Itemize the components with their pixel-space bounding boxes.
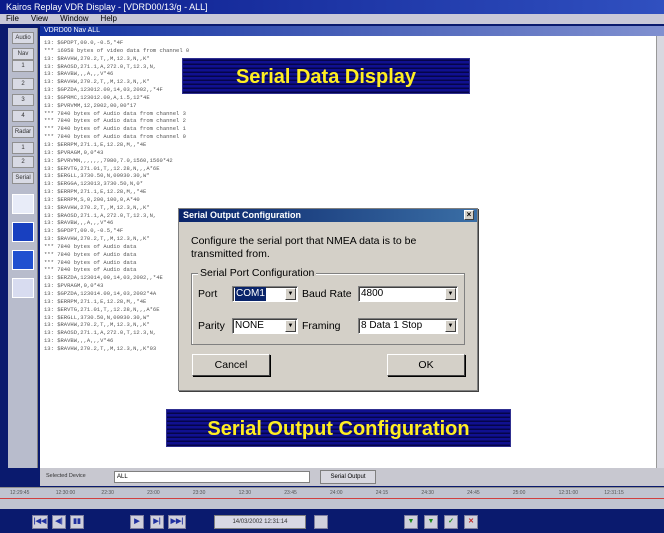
serial-data-line: *** 7840 bytes of Audio data from channe… (44, 117, 186, 125)
menu-window[interactable]: Window (60, 14, 88, 24)
serial-data-line: 13: $ERGGA,123013,3730.50,N,0* (44, 180, 144, 188)
serial-port-groupbox: Serial Port Configuration Port COM1 ▼ Ba… (191, 267, 465, 345)
serial-data-line: 13: $ERRPM,271.1,E,12.28,M,,*4E (44, 188, 147, 196)
timeline-tick-label: 24:00 (330, 490, 343, 496)
serial-data-line: *** 7840 bytes of Audio data from channe… (44, 133, 186, 141)
calendar-icon[interactable] (314, 515, 328, 529)
parity-select[interactable]: NONE ▼ (232, 318, 298, 334)
cancel-button[interactable]: Cancel (192, 354, 270, 376)
chevron-down-icon[interactable]: ▼ (445, 288, 456, 300)
banner-serial-output-configuration: Serial Output Configuration (166, 409, 511, 447)
timeline-tick-label: 24:45 (467, 490, 480, 496)
menu-file[interactable]: File (6, 14, 19, 24)
filter-icon[interactable]: ▼ (404, 515, 418, 529)
baud-rate-label: Baud Rate (302, 288, 352, 300)
radar-icon[interactable] (12, 250, 34, 270)
serial-data-line: 13: $GPDPT,00.0,-0.5,*4F (44, 39, 124, 46)
serial-output-dialog: Serial Output Configuration × Configure … (178, 208, 478, 391)
document-icon[interactable] (12, 194, 34, 214)
port-select[interactable]: COM1 ▼ (232, 286, 298, 302)
framing-value: 8 Data 1 Stop (361, 320, 423, 331)
sidebar-audio-button[interactable]: Audio (12, 32, 34, 44)
serial-data-line: 13: $ERRPM,S,0,200,100,0,A*40 (44, 195, 140, 203)
serial-data-line: *** 16958 bytes of video data from chann… (44, 46, 190, 54)
banner-serial-data-display: Serial Data Display (182, 58, 470, 94)
framing-select[interactable]: 8 Data 1 Stop ▼ (358, 318, 458, 334)
sidebar-channel-4[interactable]: 4 (12, 110, 34, 122)
step-back-button[interactable]: ◀| (52, 515, 66, 529)
timeline-tick-label: 25:00 (512, 490, 526, 496)
pause-button[interactable]: ▮▮ (70, 515, 84, 529)
group-label: Serial Port Configuration (198, 267, 317, 279)
timeline-tick-label: 24:30 (421, 490, 434, 496)
serial-data-icon[interactable] (12, 278, 34, 298)
dialog-description: Configure the serial port that NMEA data… (191, 235, 417, 260)
serial-data-line: 13: $ERGLL,3730.50,N,00930.30,W* (44, 172, 150, 180)
ok-button[interactable]: OK (387, 354, 465, 376)
device-toolbar: Selected Device ALL Serial Output (40, 468, 664, 486)
sidebar-radar-1[interactable]: 1 (12, 142, 34, 154)
filter-down-icon[interactable]: ▼ (424, 515, 438, 529)
window-titlebar: Kairos Replay VDR Display - [VDRD00/13/g… (0, 0, 664, 14)
port-value: COM1 (235, 287, 266, 301)
sidebar-channel-2[interactable]: 2 (12, 78, 34, 90)
timeline-tick-label: 22:30 (101, 490, 114, 496)
timeline-tick-label: 12:31:00 (558, 490, 579, 496)
serial-data-line: 13: $PVRVMN,,,,,,,7980,7.0,1560,1560*42 (44, 156, 173, 164)
transport-controls: |◀◀ ◀| ▮▮ ▶ ▶| ▶▶| 14/03/2002 12:31:14 ▼… (0, 509, 664, 533)
timeline-tick-label: 12:31:15 (604, 490, 624, 496)
sidebar-nav-button[interactable]: Nav (12, 48, 34, 60)
menu-view[interactable]: View (31, 14, 48, 24)
serial-data-line: 13: $ERVTG,271.01,T,,12.28,N,,,A*6E (44, 164, 160, 172)
check-icon[interactable]: ✓ (444, 515, 458, 529)
device-label: Selected Device (46, 473, 86, 479)
port-label: Port (198, 288, 218, 300)
timeline-tick-label: 12:30:00 (55, 490, 76, 496)
dialog-title: Serial Output Configuration (183, 210, 301, 220)
close-x-icon[interactable]: ✕ (464, 515, 478, 529)
vertical-scrollbar[interactable] (656, 36, 664, 468)
timeline-tick-label: 12:30 (238, 490, 252, 496)
sidebar-channel-1[interactable]: 1 (12, 60, 34, 72)
menu-help[interactable]: Help (101, 14, 117, 24)
serial-data-line: *** 7840 bytes of Audio data from channe… (44, 109, 186, 117)
close-icon[interactable]: × (464, 210, 474, 220)
serial-data-line: *** 7840 bytes of Audio data from channe… (44, 125, 186, 133)
baud-rate-select[interactable]: 4800 ▼ (358, 286, 458, 302)
chevron-down-icon[interactable]: ▼ (285, 288, 296, 300)
framing-label: Framing (302, 320, 341, 332)
timeline-tick-label: 23:00 (147, 490, 160, 496)
menubar: File View Window Help (0, 14, 664, 24)
sidebar-channel-3[interactable]: 3 (12, 94, 34, 106)
sidebar-radar-button[interactable]: Radar (12, 126, 34, 138)
device-select[interactable]: ALL (114, 471, 310, 483)
timeline-tick-label: 24:15 (375, 490, 389, 496)
map-icon[interactable] (12, 222, 34, 242)
parity-value: NONE (235, 320, 264, 331)
sidebar-radar-2[interactable]: 2 (12, 156, 34, 168)
parity-label: Parity (198, 320, 225, 332)
timeline-tick-label: 23:30 (192, 490, 206, 496)
timeline-tick-label: 23:45 (284, 490, 297, 496)
chevron-down-icon[interactable]: ▼ (285, 320, 296, 332)
inner-window-title: VDRD00 Nav ALL (40, 26, 664, 36)
baud-rate-value: 4800 (361, 288, 384, 299)
timeline[interactable]: 12:29:45 12:30:00 22:30 23:00 23:30 12:30 23:4… (0, 487, 664, 509)
skip-start-button[interactable]: |◀◀ (32, 515, 48, 529)
play-button[interactable]: ▶ (130, 515, 144, 529)
serial-data-line: 13: $PVRVMM,12,2002,00,00*17 (44, 101, 137, 109)
serial-data-line: 13: $PVRAGM,0,0*43 (44, 148, 104, 156)
serial-data-line: 13: $GPRMC,123012.00,A,1.5,12*4E (44, 93, 150, 101)
sidebar: Audio Nav 1 2 3 4 Radar 1 2 Serial (8, 28, 38, 468)
chevron-down-icon[interactable]: ▼ (445, 320, 456, 332)
skip-end-button[interactable]: ▶▶| (168, 515, 186, 529)
timeline-tick-label: 12:29:45 (10, 490, 30, 496)
current-time-field: 14/03/2002 12:31:14 (214, 515, 306, 529)
serial-data-line: 13: $ERRPM,271.1,E,12.28,M,,*4E (44, 140, 147, 148)
timeline-track (0, 498, 664, 499)
step-forward-button[interactable]: ▶| (150, 515, 164, 529)
dialog-titlebar: Serial Output Configuration × (179, 209, 477, 222)
serial-output-button[interactable]: Serial Output (320, 470, 376, 484)
sidebar-serial-button[interactable]: Serial (12, 172, 34, 184)
